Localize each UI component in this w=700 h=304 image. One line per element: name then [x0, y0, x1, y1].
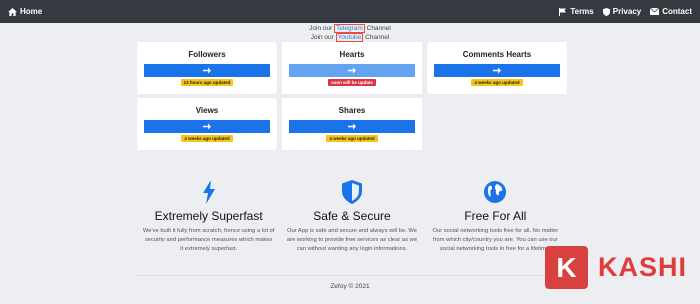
envelope-icon [650, 8, 660, 15]
join-youtube-line: Join our Youtube Channel [0, 33, 700, 42]
privacy-link[interactable]: Privacy [602, 7, 642, 16]
shield-icon [602, 7, 610, 16]
feature-free: Free For All Our social networking tools… [424, 180, 567, 254]
card-title: Shares [338, 106, 366, 115]
card-comments-hearts: Comments Hearts 4 weeks ago updated [427, 42, 567, 94]
arrow-right-icon [493, 67, 501, 74]
join-channel: Channel [366, 25, 391, 32]
card-title: Views [195, 106, 219, 115]
hearts-button[interactable] [289, 64, 415, 77]
status-badge: 4 weeks ago updated [326, 135, 378, 142]
status-badge: soon will be update [328, 79, 376, 86]
kashi-text: KASHI [598, 252, 688, 282]
feature-text: We've built it fully from scratch, hence… [142, 228, 275, 252]
feature-title: Free For All [464, 209, 527, 223]
feature-superfast: Extremely Superfast We've built it fully… [137, 180, 280, 254]
comments-hearts-button[interactable] [434, 64, 560, 77]
contact-label: Contact [662, 7, 692, 16]
arrow-right-icon [348, 67, 356, 74]
feature-text: Our App is safe and secure and always wi… [286, 228, 418, 252]
status-badge: 13 hours ago updated [180, 79, 234, 86]
terms-label: Terms [570, 7, 594, 16]
kashi-watermark: K KASHI [545, 246, 687, 289]
arrow-right-icon [203, 67, 211, 74]
feature-text: Our social networking tools free for all… [432, 228, 559, 252]
card-title: Hearts [339, 50, 365, 59]
join-links: Join our Telegram Channel Join our Youtu… [0, 24, 700, 42]
globe-icon [484, 181, 507, 203]
home-label: Home [20, 7, 43, 16]
card-hearts: Hearts soon will be update [282, 42, 422, 94]
flag-icon [559, 7, 567, 16]
contact-link[interactable]: Contact [650, 7, 692, 16]
privacy-label: Privacy [612, 7, 642, 16]
kashi-logo: K [545, 246, 588, 289]
telegram-link[interactable]: Telegram [334, 24, 365, 33]
shield-icon [341, 180, 362, 204]
card-title: Comments Hearts [462, 50, 532, 59]
card-views: Views 4 weeks ago updated [137, 98, 277, 150]
card-shares: Shares 4 weeks ago updated [282, 98, 422, 150]
join-prefix: Join our [309, 25, 333, 32]
arrow-right-icon [203, 123, 211, 130]
status-badge: 4 weeks ago updated [471, 79, 523, 86]
home-link[interactable]: Home [8, 7, 42, 16]
join-telegram-line: Join our Telegram Channel [0, 24, 700, 33]
arrow-right-icon [348, 123, 356, 130]
youtube-link[interactable]: Youtube [335, 33, 364, 42]
feature-title: Safe & Secure [313, 209, 391, 223]
shares-button[interactable] [289, 120, 415, 133]
status-badge: 4 weeks ago updated [181, 135, 233, 142]
followers-button[interactable] [144, 64, 270, 77]
card-title: Followers [188, 50, 226, 59]
feature-title: Extremely Superfast [154, 209, 263, 223]
join-prefix: Join our [310, 34, 334, 41]
card-followers: Followers 13 hours ago updated [137, 42, 277, 94]
navbar: Home Terms Privacy Contact [0, 0, 700, 23]
views-button[interactable] [144, 120, 270, 133]
feature-secure: Safe & Secure Our App is safe and secure… [280, 180, 423, 254]
join-channel: Channel [365, 34, 390, 41]
bolt-icon [202, 180, 215, 204]
divider [137, 275, 567, 276]
terms-link[interactable]: Terms [559, 7, 594, 16]
features-section: Extremely Superfast We've built it fully… [137, 180, 567, 254]
nav-right: Terms Privacy Contact [559, 7, 692, 16]
home-icon [8, 7, 17, 16]
service-cards: Followers 13 hours ago updated Hearts so… [137, 42, 567, 150]
